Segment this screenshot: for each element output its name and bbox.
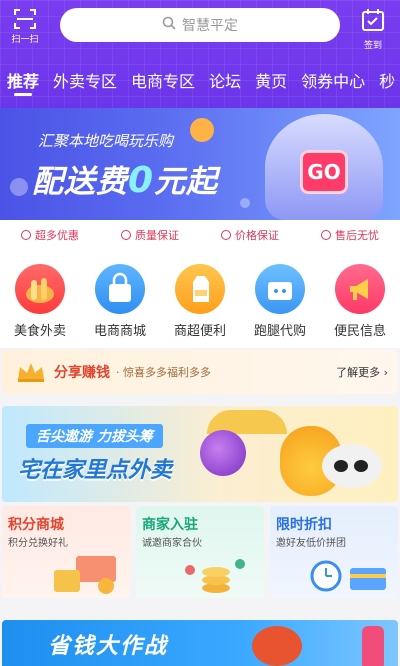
category-label: 商超便利: [173, 324, 226, 339]
search-placeholder: 智慧平定: [182, 18, 238, 34]
flash-discount-card[interactable]: 限时折扣 邀好友低价拼团: [270, 506, 398, 598]
tab-coupon-center[interactable]: 领券中心: [294, 62, 372, 102]
tab-recommend[interactable]: 推荐: [0, 62, 46, 102]
guarantee-item: 质量保证: [121, 227, 179, 243]
bottle-icon: [362, 626, 384, 666]
share-title: 分享赚钱: [54, 365, 110, 381]
sunglasses-icon: [322, 444, 382, 488]
share-earn-bar[interactable]: 分享赚钱 · 惊喜多多福利多多 了解更多 ›: [2, 350, 398, 394]
tab-yellow-pages[interactable]: 黄页: [248, 62, 294, 102]
decor-dot: [240, 198, 250, 208]
merchant-join-card[interactable]: 商家入驻 诚邀商家合伙: [136, 506, 264, 598]
share-subtitle: · 惊喜多多福利多多: [116, 366, 211, 379]
coin-gift-icon: [46, 550, 126, 598]
grapes-icon: [200, 430, 246, 476]
category-label: 电商商城: [93, 324, 146, 339]
points-mall-card[interactable]: 积分商城 积分兑换好礼: [2, 506, 130, 598]
crown-icon: [16, 361, 46, 383]
top-header: 扫一扫 智慧平定 签到 推荐 外卖专区 电商专区 论坛 黄页 领券中心 秒: [0, 0, 400, 108]
tab-takeout[interactable]: 外卖专区: [46, 62, 124, 102]
banner-headline-zero: 0: [128, 160, 155, 201]
delivery-promo-banner[interactable]: 汇聚本地吃喝玩乐购 配送费0元起 GO: [0, 108, 400, 220]
sign-in-button[interactable]: 签到: [360, 8, 386, 51]
category-errand-service[interactable]: 跑腿代购: [245, 264, 315, 348]
guarantee-item: 价格保证: [221, 227, 279, 243]
guarantee-label: 超多优惠: [35, 229, 79, 242]
scan-icon: [14, 8, 36, 30]
sign-in-label: 签到: [363, 41, 382, 51]
category-food-delivery[interactable]: 美食外卖: [5, 264, 75, 348]
card-title: 商家入驻: [142, 517, 198, 533]
promo-headline: 宅在家里点外卖: [18, 458, 173, 483]
tab-forum[interactable]: 论坛: [202, 62, 248, 102]
coins-stack-icon: [176, 550, 256, 598]
alarm-clock-icon: [306, 554, 392, 598]
guarantee-item: 售后无忧: [321, 227, 379, 243]
takeout-promo-banner[interactable]: 舌尖遨游 力拔头筹 宅在家里点外卖: [2, 406, 398, 502]
delivery-box-icon: [255, 264, 305, 314]
decor-dot: [10, 178, 28, 196]
card-subtitle: 邀好友低价拼团: [276, 538, 346, 549]
guarantee-bar: 超多优惠 质量保证 价格保证 售后无忧: [0, 220, 400, 250]
heart-icon: [221, 230, 231, 240]
calendar-check-icon: [361, 9, 385, 36]
category-label: 美食外卖: [13, 324, 66, 339]
shopping-bag-icon: [95, 264, 145, 314]
card-title: 积分商城: [8, 517, 64, 533]
tab-flash-sale[interactable]: 秒: [372, 62, 400, 102]
banner-headline: 配送费0元起: [32, 156, 218, 201]
scan-label: 扫一扫: [11, 35, 39, 45]
megaphone-icon: [335, 264, 385, 314]
category-label: 便民信息: [333, 324, 386, 339]
promo-ribbon: 舌尖遨游 力拔头筹: [26, 424, 163, 448]
banner-headline-suffix: 元起: [154, 164, 219, 200]
bottom-banner-headline: 省钱大作战: [48, 634, 169, 659]
bread-icon: [15, 264, 65, 314]
milk-icon: [175, 264, 225, 314]
go-button[interactable]: GO: [300, 150, 348, 194]
banner-tagline: 汇聚本地吃喝玩乐购: [38, 132, 174, 150]
guarantee-item: 超多优惠: [21, 227, 79, 243]
search-input[interactable]: 智慧平定: [60, 8, 340, 42]
category-tabs: 推荐 外卖专区 电商专区 论坛 黄页 领券中心 秒: [0, 62, 400, 102]
guarantee-label: 价格保证: [235, 229, 279, 242]
tab-ecommerce[interactable]: 电商专区: [124, 62, 202, 102]
money-saving-banner[interactable]: 省钱大作战: [2, 620, 398, 666]
discount-icon: [21, 230, 31, 240]
scan-button[interactable]: 扫一扫: [8, 8, 42, 46]
category-local-info[interactable]: 便民信息: [325, 264, 395, 348]
card-title: 限时折扣: [276, 517, 332, 533]
category-ecommerce-mall[interactable]: 电商商城: [85, 264, 155, 348]
flying-figure-icon: [190, 118, 214, 142]
service-icon: [321, 230, 331, 240]
guarantee-label: 售后无忧: [335, 229, 379, 242]
quality-icon: [121, 230, 131, 240]
category-label: 跑腿代购: [253, 324, 306, 339]
lobster-icon: [252, 626, 302, 666]
category-grid: 美食外卖 电商商城 商超便利 跑腿代购 便民信息: [0, 250, 400, 348]
search-icon: [162, 16, 176, 34]
category-supermarket[interactable]: 商超便利: [165, 264, 235, 348]
card-subtitle: 诚邀商家合伙: [142, 538, 202, 549]
learn-more-link[interactable]: 了解更多 ›: [336, 364, 388, 380]
card-subtitle: 积分兑换好礼: [8, 538, 68, 549]
guarantee-label: 质量保证: [135, 229, 179, 242]
banner-headline-prefix: 配送费: [32, 164, 128, 200]
